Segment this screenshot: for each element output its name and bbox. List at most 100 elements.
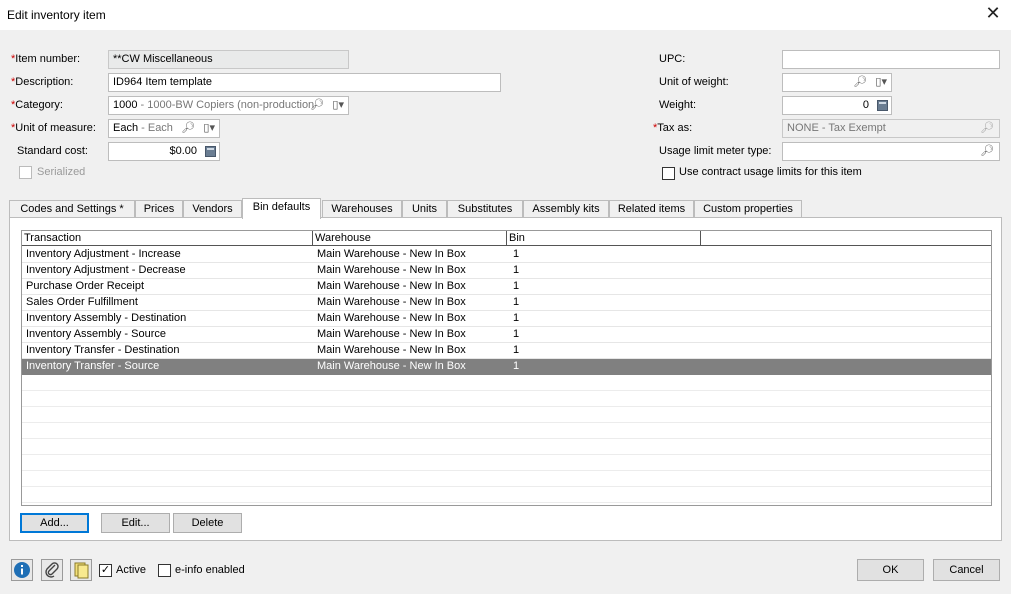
warehouse-cell: Main Warehouse - New In Box — [317, 264, 466, 276]
close-icon[interactable]: ✕ — [983, 3, 1003, 23]
lookup-icon[interactable]: 🔎︎ — [980, 144, 994, 159]
empty-row — [22, 391, 991, 407]
cancel-button[interactable]: Cancel — [933, 559, 1000, 581]
column-header-transaction[interactable]: Transaction — [22, 231, 313, 246]
title-bar: Edit inventory item ✕ — [0, 0, 1011, 30]
edit-button[interactable]: Edit... — [101, 513, 170, 533]
table-row[interactable]: Inventory Adjustment - Increase Main War… — [22, 247, 991, 263]
description-label: *Description: — [11, 76, 74, 88]
standard-cost-field[interactable]: $0.00 — [108, 142, 220, 161]
lookup-icon[interactable]: 🔎︎ — [853, 75, 867, 90]
empty-row — [22, 471, 991, 487]
warehouse-cell: Main Warehouse - New In Box — [317, 280, 466, 292]
bin-cell: 1 — [513, 280, 520, 292]
active-checkbox[interactable]: ✓ — [99, 564, 112, 577]
tab-vendors[interactable]: Vendors — [183, 200, 242, 218]
bin-cell: 1 — [513, 344, 520, 356]
table-row[interactable]: Inventory Assembly - Destination Main Wa… — [22, 311, 991, 327]
upc-field[interactable] — [782, 50, 1000, 69]
delete-button[interactable]: Delete — [173, 513, 242, 533]
transaction-cell: Inventory Transfer - Source — [26, 360, 160, 372]
empty-row — [22, 375, 991, 391]
tax-as-field[interactable]: NONE - Tax Exempt 🔎︎ — [782, 119, 1000, 138]
contract-usage-label: Use contract usage limits for this item — [679, 166, 862, 178]
grid-header: Transaction Warehouse Bin — [22, 231, 991, 246]
bin-defaults-grid[interactable]: Transaction Warehouse Bin Inventory Adju… — [21, 230, 992, 506]
item-number-label: *Item number: — [11, 53, 81, 65]
tab-bin-defaults[interactable]: Bin defaults — [242, 198, 321, 219]
category-field[interactable]: 1000 - 1000-BW Copiers (non-production 🔎… — [108, 96, 349, 115]
empty-row — [22, 423, 991, 439]
tab-custom-properties[interactable]: Custom properties — [694, 200, 802, 218]
active-label: Active — [116, 564, 146, 576]
table-row[interactable]: Inventory Assembly - Source Main Warehou… — [22, 327, 991, 343]
tab-assembly-kits[interactable]: Assembly kits — [523, 200, 609, 218]
table-row-selected[interactable]: Inventory Transfer - Source Main Warehou… — [22, 359, 991, 375]
contract-usage-checkbox[interactable] — [662, 167, 675, 180]
description-field[interactable]: ID964 Item template — [108, 73, 501, 92]
unit-of-weight-label: Unit of weight: — [659, 76, 729, 88]
table-row[interactable]: Sales Order Fulfillment Main Warehouse -… — [22, 295, 991, 311]
warehouse-cell: Main Warehouse - New In Box — [317, 328, 466, 340]
tab-substitutes[interactable]: Substitutes — [447, 200, 523, 218]
einfo-checkbox[interactable] — [158, 564, 171, 577]
serialized-checkbox[interactable] — [19, 166, 32, 179]
dropdown-icon[interactable]: ▯▾ — [875, 75, 887, 90]
bin-cell: 1 — [513, 248, 520, 260]
warehouse-cell: Main Warehouse - New In Box — [317, 312, 466, 324]
tab-codes-and-settings[interactable]: Codes and Settings * — [9, 200, 135, 218]
unit-of-measure-label: *Unit of measure: — [11, 122, 96, 134]
calculator-icon[interactable] — [205, 146, 216, 157]
standard-cost-value: $0.00 — [169, 145, 197, 157]
transaction-cell: Inventory Adjustment - Decrease — [26, 264, 186, 276]
usage-limit-meter-type-label: Usage limit meter type: — [659, 145, 772, 157]
table-row[interactable]: Inventory Transfer - Destination Main Wa… — [22, 343, 991, 359]
calculator-icon[interactable] — [877, 100, 888, 111]
lookup-icon[interactable]: 🔎︎ — [310, 98, 324, 113]
bin-defaults-panel: Transaction Warehouse Bin Inventory Adju… — [9, 217, 1002, 541]
unit-code: Each — [113, 122, 139, 134]
info-icon[interactable] — [11, 559, 33, 581]
weight-label: Weight: — [659, 99, 697, 111]
weight-value: 0 — [862, 99, 869, 111]
serialized-label: Serialized — [37, 166, 86, 178]
category-name: - 1000-BW Copiers (non-production — [137, 99, 315, 111]
bin-cell: 1 — [513, 264, 520, 276]
transaction-cell: Sales Order Fulfillment — [26, 296, 138, 308]
category-label: *Category: — [11, 99, 63, 111]
transaction-cell: Inventory Assembly - Destination — [26, 312, 187, 324]
dropdown-icon[interactable]: ▯▾ — [203, 121, 215, 136]
column-header-warehouse[interactable]: Warehouse — [313, 231, 507, 246]
table-row[interactable]: Inventory Adjustment - Decrease Main War… — [22, 263, 991, 279]
bin-cell: 1 — [513, 360, 520, 372]
tax-as-value: NONE - Tax Exempt — [787, 122, 886, 134]
usage-limit-meter-type-field[interactable]: 🔎︎ — [782, 142, 1000, 161]
ok-button[interactable]: OK — [857, 559, 924, 581]
lookup-icon[interactable]: 🔎︎ — [181, 121, 195, 136]
warehouse-cell: Main Warehouse - New In Box — [317, 248, 466, 260]
tab-warehouses[interactable]: Warehouses — [322, 200, 402, 218]
attachment-icon[interactable] — [41, 559, 63, 581]
empty-row — [22, 487, 991, 503]
tax-as-label: *Tax as: — [653, 122, 693, 134]
unit-of-measure-field[interactable]: Each - Each 🔎︎ ▯▾ — [108, 119, 220, 138]
warehouse-cell: Main Warehouse - New In Box — [317, 296, 466, 308]
tab-related-items[interactable]: Related items — [609, 200, 694, 218]
unit-of-weight-field[interactable]: 🔎︎ ▯▾ — [782, 73, 892, 92]
tab-prices[interactable]: Prices — [135, 200, 183, 218]
table-row[interactable]: Purchase Order Receipt Main Warehouse - … — [22, 279, 991, 295]
tab-units[interactable]: Units — [402, 200, 447, 218]
upc-label: UPC: — [659, 53, 686, 65]
lookup-icon[interactable]: 🔎︎ — [980, 121, 994, 136]
column-header-bin[interactable]: Bin — [507, 231, 701, 246]
standard-cost-label: Standard cost: — [17, 145, 88, 157]
empty-row — [22, 439, 991, 455]
transaction-cell: Inventory Adjustment - Increase — [26, 248, 181, 260]
add-button[interactable]: Add... — [20, 513, 89, 533]
bin-cell: 1 — [513, 296, 520, 308]
notes-icon[interactable] — [70, 559, 92, 581]
item-number-field[interactable]: **CW Miscellaneous — [108, 50, 349, 69]
warehouse-cell: Main Warehouse - New In Box — [317, 360, 466, 372]
weight-field[interactable]: 0 — [782, 96, 892, 115]
dropdown-icon[interactable]: ▯▾ — [332, 98, 344, 113]
